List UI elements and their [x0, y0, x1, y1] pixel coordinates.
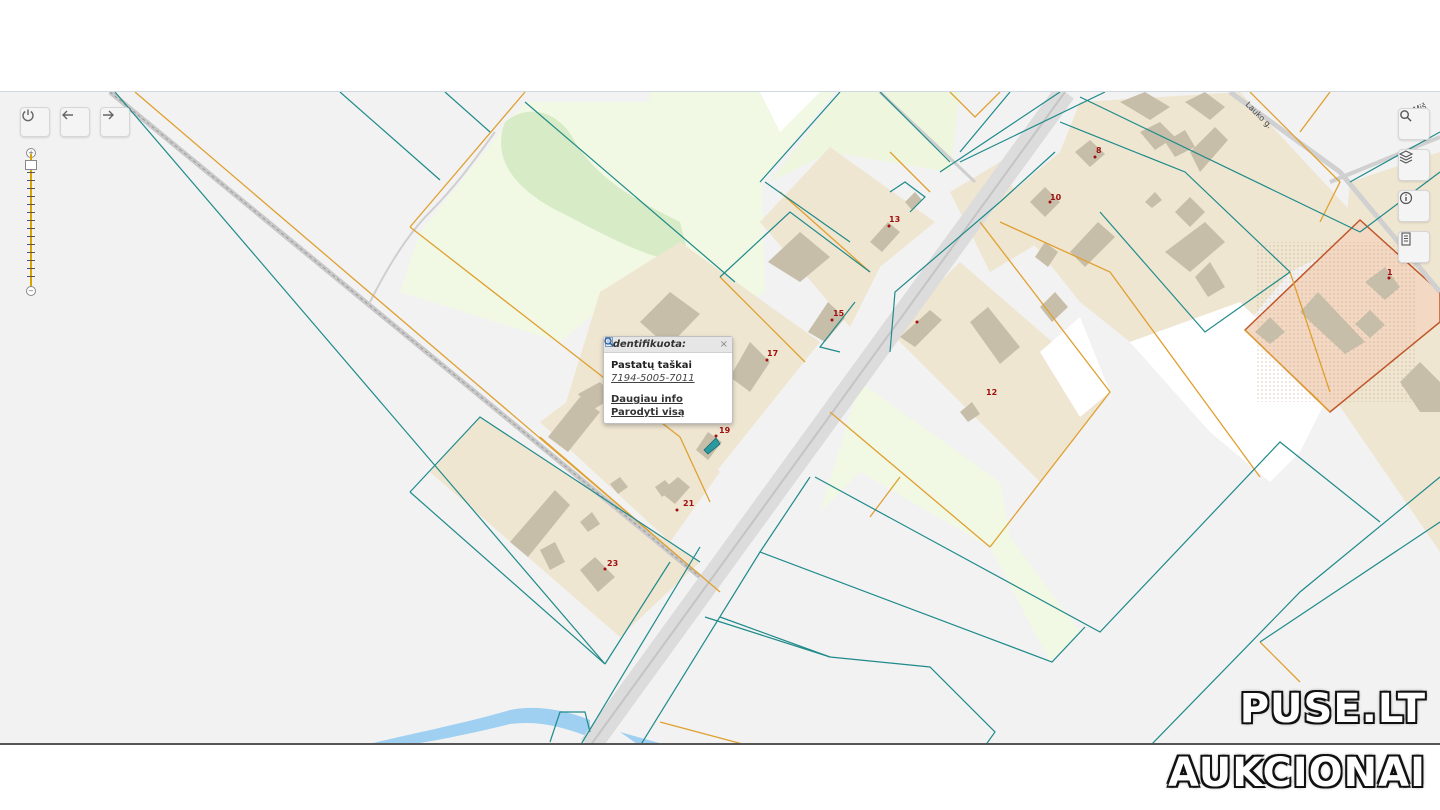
layers-button[interactable]: [1398, 149, 1430, 181]
address-label: 13: [889, 215, 901, 224]
search-icon: [1400, 110, 1412, 122]
identify-popup: Identifikuota: × Pastatų taškai 7194-500…: [603, 336, 733, 424]
watermark-line-2: AUKCIONAI: [1168, 750, 1426, 796]
more-info-link[interactable]: Daugiau info: [605, 337, 725, 405]
arrow-right-icon: [103, 110, 114, 120]
zoom-out-icon[interactable]: −: [26, 286, 36, 296]
address-label: 17: [767, 349, 779, 358]
address-label: 19: [719, 426, 731, 435]
popup-header-text: Identifikuota:: [609, 339, 687, 350]
address-label: 15: [833, 309, 845, 318]
zoom-icon: [604, 337, 614, 347]
right-toolbar: [1398, 108, 1430, 272]
power-icon: [22, 109, 34, 122]
zoom-track: [30, 154, 32, 290]
back-button[interactable]: [60, 107, 90, 137]
document-icon: [1401, 232, 1411, 246]
popup-layer-title: Pastatų taškai: [611, 360, 692, 371]
zoom-slider[interactable]: + −: [24, 148, 38, 296]
address-label: 12: [986, 388, 998, 397]
watermark-line-1: PUSE.LT: [1239, 686, 1426, 732]
show-all-label[interactable]: Parodyti visą: [611, 407, 685, 418]
address-label: 10: [1050, 193, 1062, 202]
search-button[interactable]: [1398, 108, 1430, 140]
zoom-handle[interactable]: [25, 160, 37, 170]
layers-icon: [1399, 150, 1413, 164]
arrow-left-icon: [62, 110, 73, 120]
info-button[interactable]: [1398, 190, 1430, 222]
show-all-link[interactable]: Parodyti visą: [604, 337, 725, 418]
more-info-label[interactable]: Daugiau info: [611, 394, 683, 405]
address-label: 1: [1387, 268, 1393, 277]
power-button[interactable]: [20, 107, 50, 137]
address-label: 21: [683, 499, 695, 508]
forward-button[interactable]: [100, 107, 130, 137]
map-view[interactable]: 1 8 10 12 13 15 17 19 21 23 Lauko g. Miš…: [0, 91, 1440, 745]
address-label: 8: [1096, 146, 1102, 155]
legend-button[interactable]: [1398, 231, 1430, 263]
info-icon: [1399, 191, 1413, 205]
close-icon[interactable]: ×: [720, 337, 728, 352]
address-label: 23: [607, 559, 619, 568]
popup-feature-id-link[interactable]: 7194-5005-7011: [611, 373, 725, 384]
popup-header: Identifikuota: ×: [604, 337, 732, 353]
